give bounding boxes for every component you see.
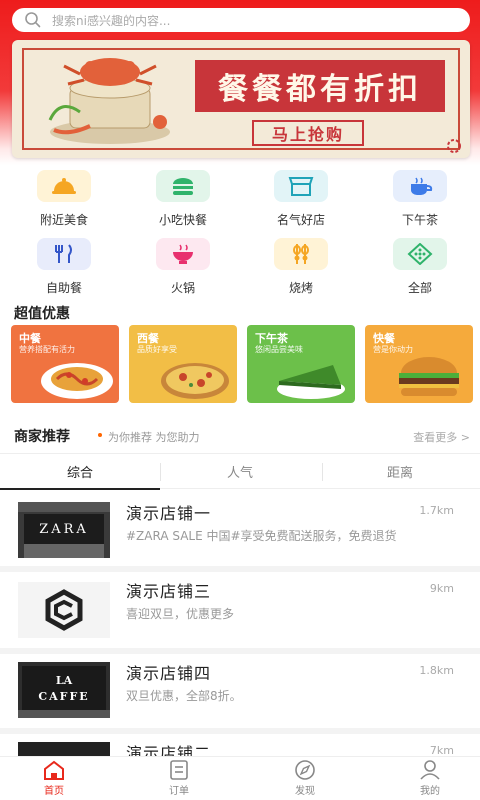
category-label: 烧烤 [288,281,313,295]
nav-label: 我的 [420,786,440,797]
buy-now-button[interactable]: 马上抢购 [252,120,364,146]
category-afternoon-tea[interactable]: 下午茶 [360,170,480,232]
category-label: 全部 [407,281,432,295]
nav-orders[interactable]: 订单 [119,760,239,800]
tab-label: 人气 [226,466,253,481]
nav-discover[interactable]: 发现 [245,760,365,800]
see-more-link[interactable]: 查看更多 > [413,429,470,445]
tab-popularity[interactable]: 人气 [160,454,320,489]
category-label: 小吃快餐 [158,213,207,227]
compass-icon [295,760,315,780]
storefront-icon [274,170,328,202]
category-all[interactable]: 全部 [360,238,480,300]
category-hotpot[interactable]: 火锅 [123,238,243,300]
matcha-cake-image [277,365,345,399]
store-name: 演示店铺三 [126,582,212,601]
tab-distance[interactable]: 距离 [320,454,480,489]
deal-card-western[interactable]: 西餐 品质好享受 [129,325,237,403]
category-label: 下午茶 [401,213,438,227]
accent-dot [98,433,102,437]
pizza-image [161,363,229,399]
store-name: 演示店铺四 [126,664,212,683]
store-item[interactable]: 演示店铺三 9km 喜迎双旦，优惠更多 [0,572,480,654]
deals-section-title: 超值优惠 [14,306,70,322]
search-icon [25,12,41,28]
merchant-section-subtitle: 为你推荐 为您助力 [108,431,200,444]
cafe-sign-line1: LA [55,674,73,687]
store-distance: 1.7km [419,504,454,517]
search-bar[interactable]: 搜索ni感兴趣的内容... [12,8,470,32]
nav-profile[interactable]: 我的 [370,760,480,800]
store-name: 演示店铺一 [126,504,212,523]
category-buffet[interactable]: 自助餐 [4,238,124,300]
burger-image [399,357,459,396]
promo-banner[interactable]: 餐餐都有折扣 马上抢购 [12,40,470,158]
category-snack-fastfood[interactable]: 小吃快餐 [123,170,243,232]
active-tab-indicator [0,488,160,490]
cafe-sign-line2: CAFFE [38,690,90,703]
store-thumbnail [18,742,110,756]
tab-label: 距离 [386,466,413,481]
pinwheel-icon [447,139,461,153]
store-item[interactable]: LA CAFFE 演示店铺四 1.8km 双旦优惠，全部8折。 [0,654,480,734]
deal-card-afternoon-tea[interactable]: 下午茶 悠闲品尝美味 [247,325,355,403]
cloche-icon [37,170,91,202]
category-nearby-food[interactable]: 附近美食 [4,170,124,232]
cutlery-icon [37,238,91,270]
search-placeholder: 搜索ni感兴趣的内容... [52,13,171,28]
store-distance: 1.8km [419,664,454,677]
nav-label: 首页 [44,786,64,797]
store-thumbnail [18,582,110,638]
store-thumbnail: LA CAFFE [18,662,110,718]
store-description: #ZARA SALE 中国#享受免费配送服务，免费退货 [126,529,397,543]
zara-logo-text: ZARA [39,522,89,537]
teapot-icon [393,170,447,202]
tab-comprehensive[interactable]: 综合 [0,454,160,490]
order-icon [170,760,188,780]
category-label: 名气好店 [276,213,325,227]
store-thumbnail: ZARA [18,502,110,558]
store-description: 双旦优惠，全部8折。 [126,689,242,703]
crab-dish-illustration [48,58,170,144]
merchant-section-header: 商家推荐 为你推荐 为您助力 查看更多 > [14,426,470,446]
deal-card-chinese[interactable]: 中餐 营养搭配有活力 [11,325,119,403]
category-label: 自助餐 [45,281,82,295]
store-distance: 9km [429,582,454,595]
nav-label: 订单 [169,786,189,797]
nav-label: 发现 [295,786,315,797]
category-famous-stores[interactable]: 名气好店 [241,170,361,232]
bottom-navigation: 首页 订单 发现 我的 [0,756,480,800]
user-icon [420,760,440,780]
grid-icon [393,238,447,270]
deal-card-fastfood[interactable]: 快餐 营是你动力 [365,325,473,403]
banner-headline: 餐餐都有折扣 [195,60,445,112]
store-description: 喜迎双旦，优惠更多 [126,607,235,621]
brand-logo-image [18,582,110,638]
category-grid: 附近美食 小吃快餐 名气好店 下午茶 自助餐 火锅 烧烤 全部 [0,166,480,296]
hotpot-icon [156,238,210,270]
merchant-section-title: 商家推荐 [14,429,70,445]
category-label: 火锅 [170,281,195,295]
category-bbq[interactable]: 烧烤 [241,238,361,300]
pasta-image [41,363,113,399]
category-label: 附近美食 [39,213,88,227]
tab-label: 综合 [66,466,93,481]
nav-home[interactable]: 首页 [0,760,114,800]
burger-icon [156,170,210,202]
sort-tabs: 综合 人气 距离 [0,453,480,490]
store-item[interactable]: ZARA 演示店铺一 1.7km #ZARA SALE 中国#享受免费配送服务，… [0,494,480,572]
home-icon [44,760,64,780]
skewer-icon [274,238,328,270]
